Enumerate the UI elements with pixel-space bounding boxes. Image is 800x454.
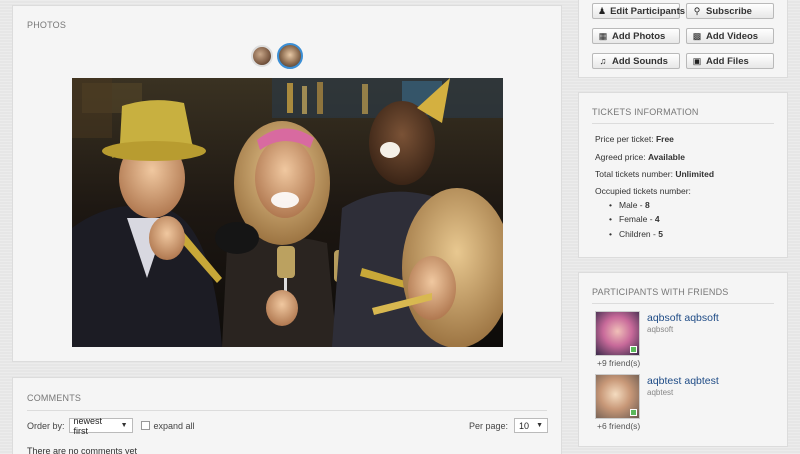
order-label: Order by: xyxy=(27,420,65,431)
children-line: Children - 5 xyxy=(609,229,663,239)
order-select-value: newest first xyxy=(73,415,103,436)
participant-friends: +9 friend(s) xyxy=(597,358,641,368)
children-label: Children - xyxy=(619,229,656,239)
participants-title: PARTICIPANTS WITH FRIENDS xyxy=(592,287,729,297)
female-label: Female - xyxy=(619,214,653,224)
agreed-line: Agreed price: Available xyxy=(595,152,685,162)
paperclip-icon: ⚲ xyxy=(693,5,701,16)
avatar[interactable] xyxy=(595,374,640,419)
per-page-row: Per page: 10 ▼ xyxy=(469,418,548,433)
children-value: 5 xyxy=(658,229,663,239)
chevron-down-icon: ▼ xyxy=(120,422,128,429)
participant-username: aqbtest xyxy=(647,388,674,397)
order-row: Order by: newest first ▼ expand all xyxy=(27,415,195,436)
per-page-label: Per page: xyxy=(468,420,508,431)
edit-participants-button[interactable]: ♟ Edit Participants xyxy=(592,3,685,19)
subscribe-label: Subscribe xyxy=(706,5,752,17)
comments-panel: COMMENTS Order by: newest first ▼ expand… xyxy=(12,377,562,454)
participants-icon: ♟ xyxy=(598,5,607,16)
film-icon: ▩ xyxy=(692,30,702,41)
expand-all-checkbox[interactable] xyxy=(140,421,150,430)
participant-name[interactable]: aqbtest aqbtest xyxy=(647,375,719,387)
no-comments-text: There are no comments yet xyxy=(27,446,138,454)
photos-title: PHOTOS xyxy=(27,20,67,30)
participants-divider xyxy=(592,303,774,304)
tickets-panel: TICKETS INFORMATION Price per ticket: Fr… xyxy=(578,92,788,258)
participant-name[interactable]: aqbsoft aqbsoft xyxy=(647,312,719,324)
price-label: Price per ticket: xyxy=(595,134,654,144)
add-videos-label: Add Videos xyxy=(706,30,759,42)
agreed-label: Agreed price: xyxy=(595,152,646,162)
avatar[interactable] xyxy=(595,311,640,356)
occupied-line: Occupied tickets number: xyxy=(595,186,691,196)
add-photos-button[interactable]: ▦ Add Photos xyxy=(592,28,680,44)
photos-panel: PHOTOS xyxy=(12,5,562,362)
comments-divider xyxy=(27,410,547,411)
online-status-icon xyxy=(630,346,637,353)
female-line: Female - 4 xyxy=(609,214,660,224)
photo-thumbnails xyxy=(251,43,303,69)
agreed-value: Available xyxy=(647,152,685,162)
female-value: 4 xyxy=(654,214,660,224)
add-photos-label: Add Photos xyxy=(612,30,666,42)
participants-panel: PARTICIPANTS WITH FRIENDS aqbsoft aqbsof… xyxy=(578,272,788,447)
total-value: Unlimited xyxy=(675,169,715,179)
tickets-title: TICKETS INFORMATION xyxy=(592,107,699,117)
actions-panel: ♟ Edit Participants ⚲ Subscribe ▦ Add Ph… xyxy=(578,0,788,78)
add-files-label: Add Files xyxy=(706,55,749,67)
subscribe-button[interactable]: ⚲ Subscribe xyxy=(686,3,774,19)
add-files-button[interactable]: ▣ Add Files xyxy=(686,53,774,69)
price-line: Price per ticket: Free xyxy=(595,134,674,144)
photo-thumb-2[interactable] xyxy=(277,43,303,69)
price-value: Free xyxy=(655,134,674,144)
main-photo[interactable] xyxy=(72,78,503,347)
photo-icon: ▦ xyxy=(598,30,608,41)
participant-friends: +6 friend(s) xyxy=(597,421,641,431)
order-select[interactable]: newest first ▼ xyxy=(68,415,133,436)
chevron-down-icon: ▼ xyxy=(536,422,543,429)
edit-participants-label: Edit Participants xyxy=(610,5,686,17)
comments-title: COMMENTS xyxy=(27,393,82,403)
add-sounds-label: Add Sounds xyxy=(612,55,668,67)
music-note-icon: ♫ xyxy=(599,56,607,66)
male-value: 8 xyxy=(645,200,650,210)
total-label: Total tickets number: xyxy=(595,169,673,179)
expand-all-label[interactable]: expand all xyxy=(154,421,195,431)
party-photo-image xyxy=(72,78,503,347)
tickets-divider xyxy=(592,123,774,124)
male-label: Male - xyxy=(619,200,643,210)
add-videos-button[interactable]: ▩ Add Videos xyxy=(686,28,774,44)
photo-thumb-1[interactable] xyxy=(251,45,273,67)
per-page-value: 10 xyxy=(519,420,530,431)
total-line: Total tickets number: Unlimited xyxy=(595,169,714,179)
participant-username: aqbsoft xyxy=(647,325,674,334)
online-status-icon xyxy=(630,409,637,416)
add-sounds-button[interactable]: ♫ Add Sounds xyxy=(592,53,680,69)
male-line: Male - 8 xyxy=(609,200,650,210)
file-icon: ▣ xyxy=(692,55,702,66)
per-page-select[interactable]: 10 ▼ xyxy=(514,418,548,433)
